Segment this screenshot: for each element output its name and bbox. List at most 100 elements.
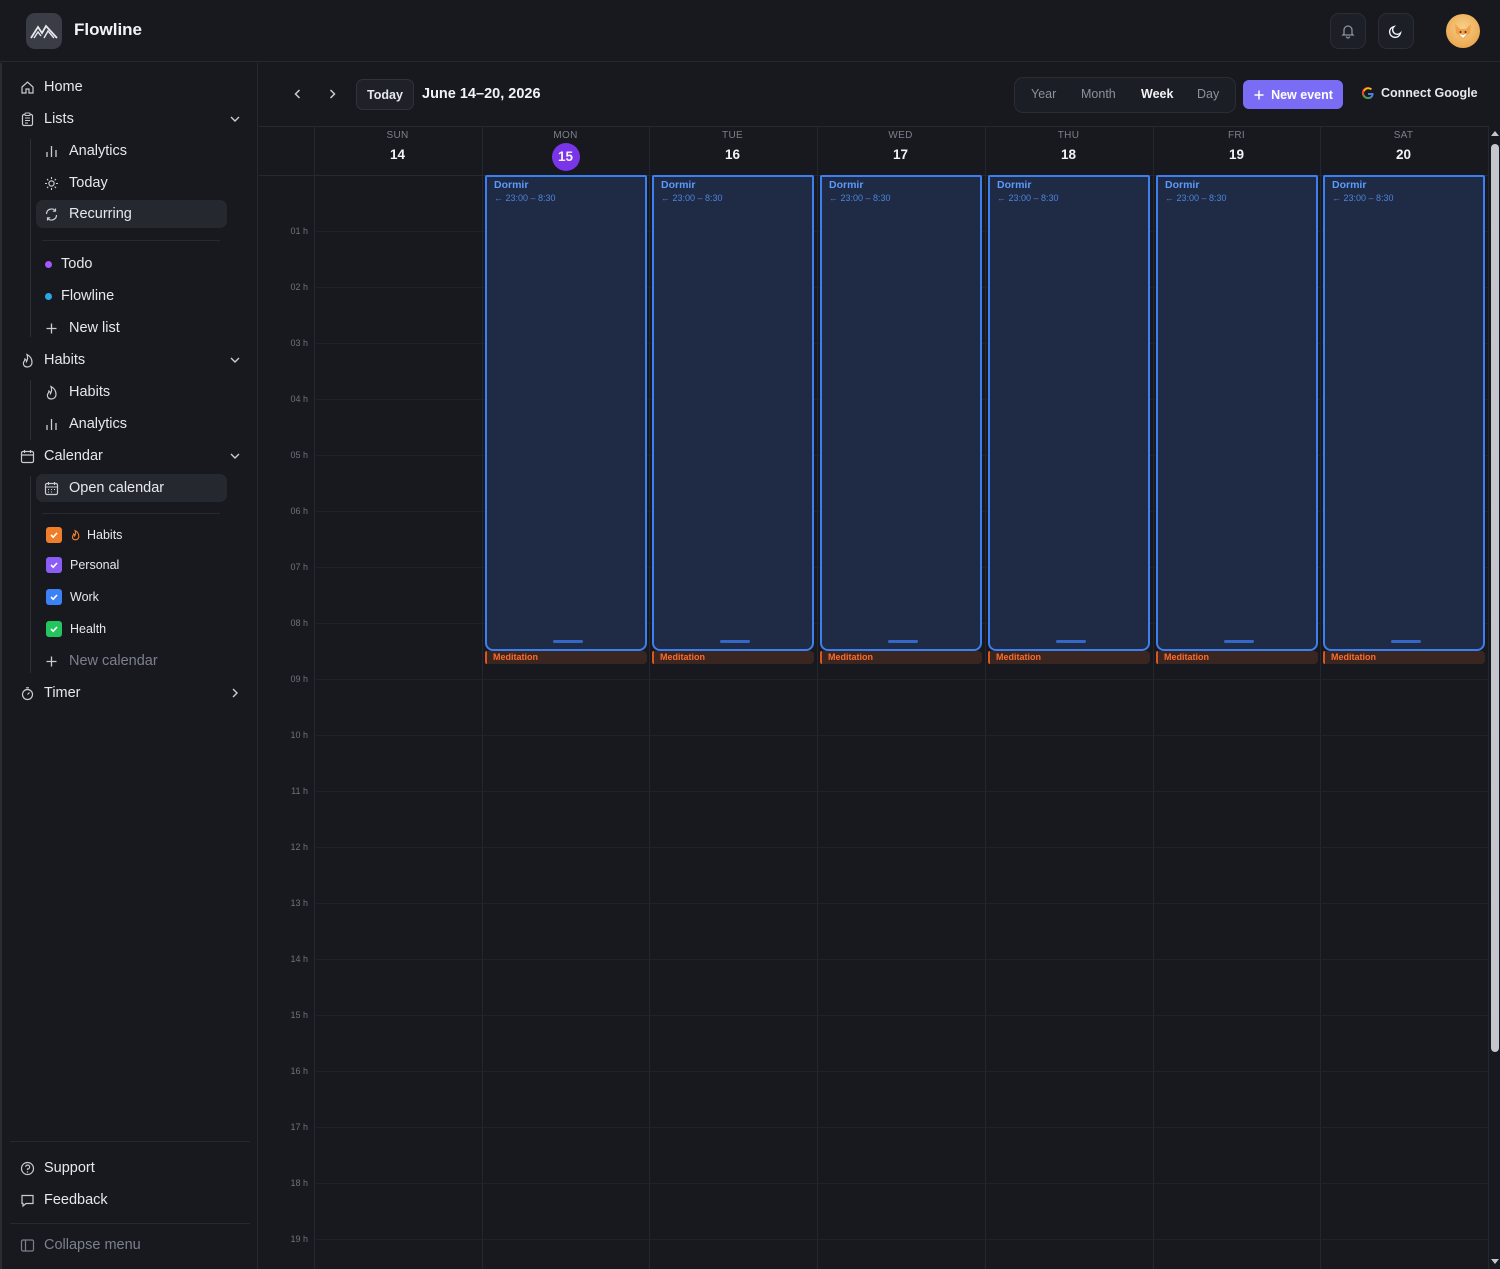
resize-handle[interactable]	[1391, 640, 1421, 643]
checkbox-checked-icon[interactable]	[46, 621, 62, 637]
previous-week-button[interactable]	[286, 82, 310, 106]
hour-label: 05 h	[290, 450, 308, 460]
day-name: SAT	[1393, 130, 1414, 141]
sidebar-item-today[interactable]: Today	[42, 170, 108, 196]
new-list-button[interactable]: New list	[42, 315, 120, 341]
bell-icon	[1341, 25, 1355, 39]
chevron-down-icon[interactable]	[228, 449, 242, 463]
resize-handle[interactable]	[1056, 640, 1086, 643]
day-header[interactable]: TUE 16	[649, 130, 816, 162]
hour-label: 16 h	[290, 1066, 308, 1076]
meditation-event[interactable]: Meditation	[988, 651, 1150, 664]
day-name: FRI	[1227, 130, 1245, 141]
view-week-tab[interactable]: Week	[1141, 87, 1173, 101]
calendar-toggle-habits[interactable]: Habits	[46, 525, 122, 545]
view-month-tab[interactable]: Month	[1081, 87, 1116, 101]
new-event-button[interactable]: New event	[1243, 80, 1343, 109]
meditation-event[interactable]: Meditation	[820, 651, 982, 664]
flame-icon	[18, 351, 36, 369]
day-header[interactable]: WED 17	[817, 130, 984, 162]
sidebar-item-feedback[interactable]: Feedback	[18, 1186, 108, 1214]
hour-label: 02 h	[290, 282, 308, 292]
calendar-toggle-health[interactable]: Health	[46, 619, 106, 639]
sleep-event[interactable]: Dormir ← 23:00 – 8:30	[988, 175, 1150, 651]
sidebar-item-timer[interactable]: Timer	[18, 679, 81, 707]
resize-handle[interactable]	[553, 640, 583, 643]
plus-icon	[42, 319, 60, 337]
app-logo[interactable]	[26, 13, 62, 49]
connect-google-button[interactable]: Connect Google	[1361, 86, 1478, 100]
day-header[interactable]: FRI 19	[1153, 130, 1320, 162]
meditation-event[interactable]: Meditation	[1156, 651, 1318, 664]
today-date-badge: 15	[551, 143, 580, 171]
meditation-event[interactable]: Meditation	[485, 651, 647, 664]
checkbox-checked-icon[interactable]	[46, 589, 62, 605]
sidebar-item-calendar[interactable]: Calendar	[18, 442, 103, 470]
chevron-down-icon[interactable]	[228, 112, 242, 126]
calendar-toggle-personal[interactable]: Personal	[46, 555, 119, 575]
hour-gridline	[314, 791, 1489, 792]
sidebar-item-habits-list[interactable]: Habits	[42, 379, 110, 405]
event-title: Dormir	[1332, 179, 1367, 191]
scrollbar-thumb[interactable]	[1491, 144, 1499, 1052]
resize-handle[interactable]	[1224, 640, 1254, 643]
sleep-event[interactable]: Dormir ← 23:00 – 8:30	[820, 175, 982, 651]
chevron-down-icon[interactable]	[228, 353, 242, 367]
day-number: 16	[724, 147, 741, 162]
sidebar-item-recurring[interactable]: Recurring	[42, 201, 132, 227]
hour-label: 07 h	[290, 562, 308, 572]
day-header[interactable]: SAT 20	[1320, 130, 1487, 162]
sleep-event[interactable]: Dormir ← 23:00 – 8:30	[485, 175, 647, 651]
sleep-event[interactable]: Dormir ← 23:00 – 8:30	[1156, 175, 1318, 651]
hour-label: 01 h	[290, 226, 308, 236]
checkbox-checked-icon[interactable]	[46, 557, 62, 573]
sidebar-item-support[interactable]: Support	[18, 1154, 95, 1182]
meditation-event[interactable]: Meditation	[1323, 651, 1485, 664]
day-column-divider	[985, 126, 986, 1269]
event-title: Dormir	[829, 179, 864, 191]
hour-gridline	[314, 1183, 1489, 1184]
list-color-dot	[45, 260, 52, 268]
scroll-down-arrow-icon[interactable]	[1490, 1258, 1500, 1266]
scroll-up-arrow-icon[interactable]	[1490, 129, 1500, 137]
day-header[interactable]: MON 15	[482, 130, 649, 171]
notifications-button[interactable]	[1330, 13, 1366, 49]
user-avatar[interactable]	[1446, 14, 1480, 48]
theme-toggle-button[interactable]	[1378, 13, 1414, 49]
view-switcher: Year Month Week Day	[1014, 77, 1236, 113]
resize-handle[interactable]	[888, 640, 918, 643]
sleep-event[interactable]: Dormir ← 23:00 – 8:30	[1323, 175, 1485, 651]
day-column-divider	[1320, 126, 1321, 1269]
chevron-right-icon[interactable]	[228, 686, 242, 700]
sidebar-item-lists[interactable]: Lists	[18, 105, 74, 133]
sleep-event[interactable]: Dormir ← 23:00 – 8:30	[652, 175, 814, 651]
sidebar-item-home[interactable]: Home	[18, 73, 83, 101]
day-header[interactable]: SUN 14	[314, 130, 481, 162]
event-title: Meditation	[1331, 652, 1376, 662]
sidebar-item-habits-analytics[interactable]: Analytics	[42, 411, 127, 437]
event-time: ← 23:00 – 8:30	[1165, 193, 1227, 203]
google-icon	[1361, 87, 1374, 100]
day-header[interactable]: THU 18	[985, 130, 1152, 162]
sidebar-list-flowline[interactable]: Flowline	[42, 283, 114, 309]
new-calendar-button[interactable]: New calendar	[42, 648, 158, 674]
sidebar-list-todo[interactable]: Todo	[42, 251, 92, 277]
checkbox-checked-icon[interactable]	[46, 527, 62, 543]
meditation-event[interactable]: Meditation	[652, 651, 814, 664]
event-title: Meditation	[996, 652, 1041, 662]
hour-label: 03 h	[290, 338, 308, 348]
view-year-tab[interactable]: Year	[1031, 87, 1056, 101]
date-range-title: June 14–20, 2026	[422, 86, 541, 102]
today-button[interactable]: Today	[356, 79, 414, 110]
flame-icon	[70, 529, 81, 541]
view-day-tab[interactable]: Day	[1197, 87, 1219, 101]
collapse-menu-button[interactable]: Collapse menu	[18, 1231, 141, 1259]
calendar-toggle-work[interactable]: Work	[46, 587, 99, 607]
sidebar-item-habits[interactable]: Habits	[18, 346, 85, 374]
next-week-button[interactable]	[320, 82, 344, 106]
sidebar-item-lists-analytics[interactable]: Analytics	[42, 138, 127, 164]
resize-handle[interactable]	[720, 640, 750, 643]
list-color-dot	[45, 292, 52, 300]
open-calendar-button[interactable]: Open calendar	[42, 475, 164, 501]
day-column-divider	[314, 126, 315, 1269]
